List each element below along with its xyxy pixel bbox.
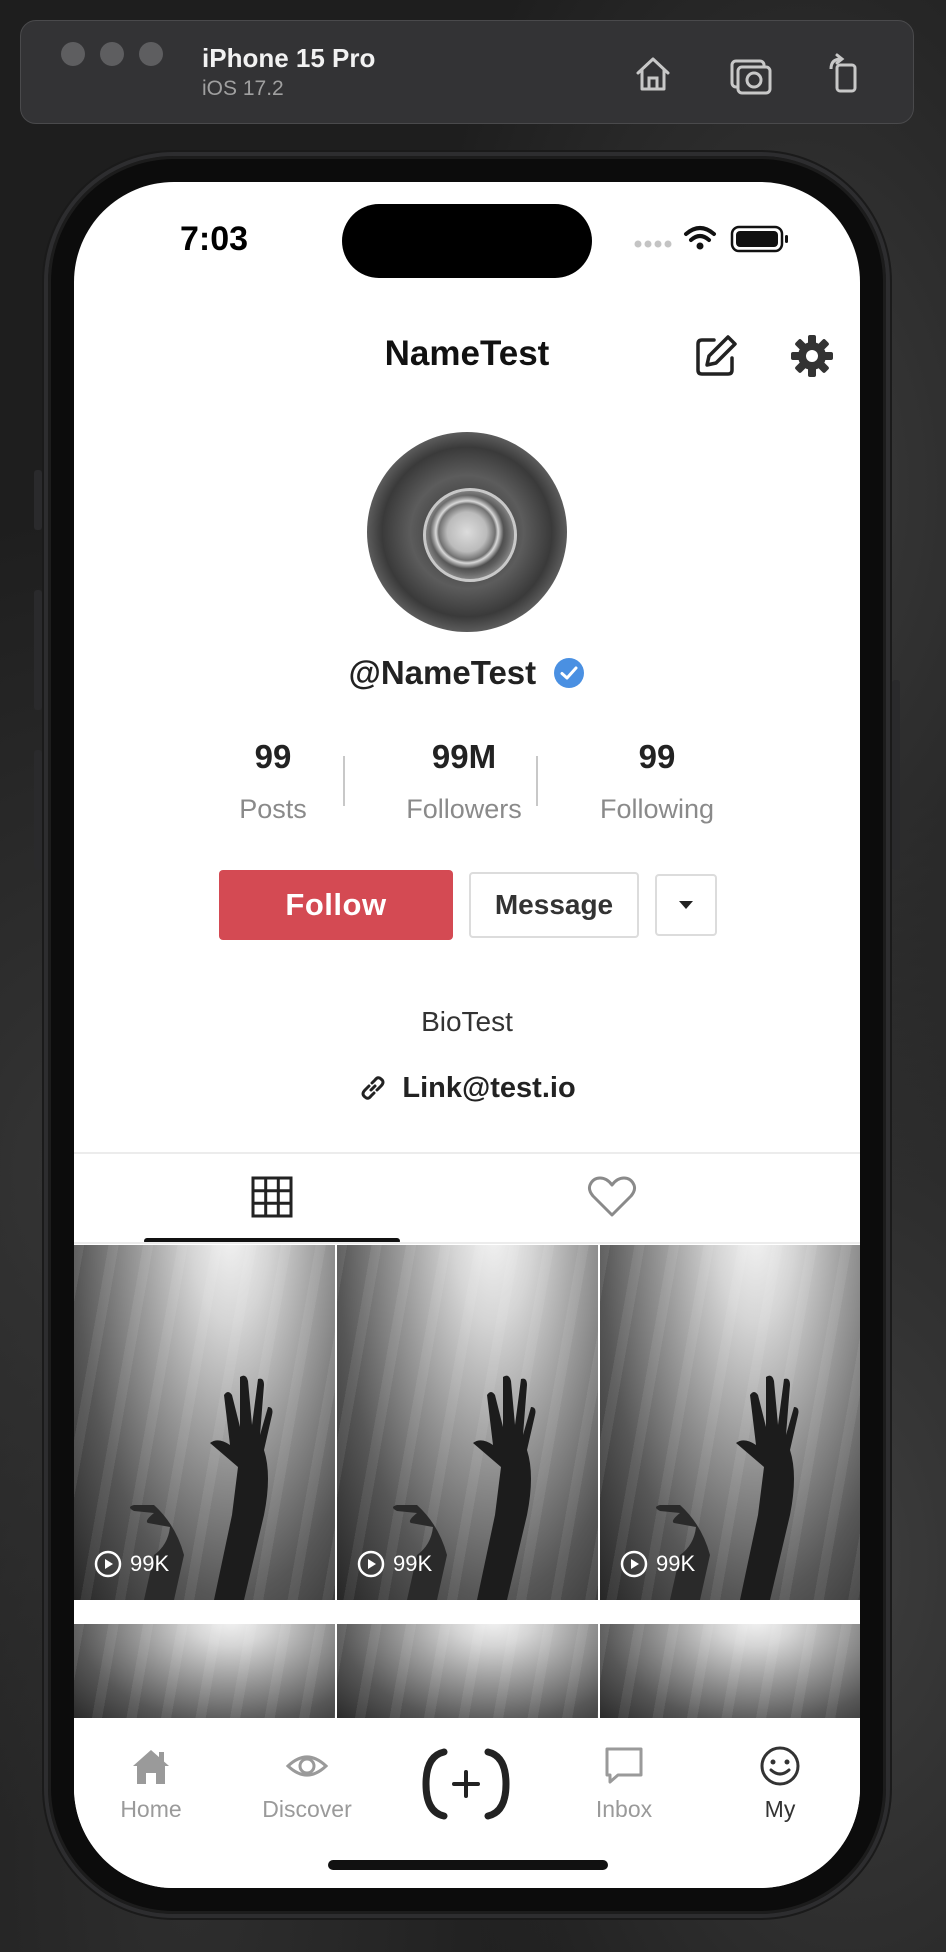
simulator-toolbar: iPhone 15 Pro iOS 17.2 [20,20,914,124]
verified-badge-icon [554,658,585,688]
window-minimize-button[interactable] [100,42,124,66]
home-icon[interactable] [630,51,676,97]
post-views: 99K [357,1550,432,1578]
view-count: 99K [130,1551,170,1576]
play-icon [620,1550,648,1578]
stat-followers[interactable]: 99M Followers [379,738,549,825]
gear-icon[interactable] [788,332,836,380]
power-button [892,680,900,870]
view-count: 99K [656,1551,696,1576]
home-indicator[interactable] [328,1860,608,1870]
post-tile[interactable] [600,1624,860,1724]
follow-button[interactable]: Follow [219,870,453,940]
nav-label: Inbox [595,1796,653,1822]
volume-up-button [34,590,42,710]
nav-inbox[interactable]: Inbox [564,1744,684,1823]
nav-my[interactable]: My [720,1744,840,1823]
heart-icon [587,1176,637,1217]
battery-icon [730,225,788,253]
post-tile[interactable] [337,1624,598,1724]
post-views: 99K [620,1550,695,1578]
more-options-button[interactable] [655,874,717,936]
smile-icon [760,1746,800,1786]
tab-posts[interactable] [144,1157,400,1237]
screenshot-icon[interactable] [728,51,774,97]
stat-value: 99 [254,738,292,775]
post-tile[interactable]: 99K [337,1245,598,1600]
tab-divider [74,1242,860,1244]
message-button[interactable]: Message [469,872,639,938]
stat-label: Followers [406,794,522,824]
phone-screen: 7:03 NameTest @NameTest 99 Posts 99M Fol… [74,182,860,1888]
action-button [34,470,42,530]
status-icons [634,225,788,253]
post-tile[interactable]: 99K [600,1245,860,1600]
rotate-icon[interactable] [821,51,867,97]
dynamic-island [342,204,592,278]
window-zoom-button[interactable] [139,42,163,66]
link-icon [361,1076,385,1100]
avatar[interactable] [367,432,567,632]
nav-label: Home [120,1796,182,1822]
caret-down-icon [679,901,693,909]
window-close-button[interactable] [61,42,85,66]
view-count: 99K [393,1551,433,1576]
grid-icon [251,1176,293,1218]
stat-posts[interactable]: 99 Posts [188,738,358,825]
play-icon [357,1550,385,1578]
play-icon [94,1550,122,1578]
create-post-button[interactable] [422,1748,510,1820]
wifi-icon [684,226,716,242]
handle-row: @NameTest [74,654,860,692]
profile-bio: BioTest [421,1006,513,1037]
volume-down-button [34,750,42,870]
stat-following[interactable]: 99 Following [572,738,742,825]
nav-discover[interactable]: Discover [247,1744,367,1823]
stat-divider [343,756,345,806]
stat-divider [536,756,538,806]
nav-label: My [764,1796,796,1822]
nav-home[interactable]: Home [91,1744,211,1823]
post-tile[interactable]: 99K [74,1245,335,1600]
post-views: 99K [94,1550,169,1578]
eye-icon [285,1755,329,1777]
nav-label: Discover [262,1796,352,1822]
status-time: 7:03 [180,220,249,258]
tab-divider [74,1152,860,1154]
profile-link[interactable]: Link@test.io [74,1072,860,1105]
signal-icon [634,240,672,248]
profile-link-text: Link@test.io [402,1072,576,1104]
stat-value: 99M [431,738,497,775]
stat-label: Posts [239,794,307,824]
message-icon [605,1747,643,1784]
stat-label: Following [599,794,715,824]
edit-icon[interactable] [692,332,740,380]
device-name: iPhone 15 Pro [202,43,376,73]
profile-title: NameTest [384,334,550,373]
os-version: iOS 17.2 [202,77,284,100]
tab-liked[interactable] [484,1157,740,1237]
post-tile[interactable] [74,1624,335,1724]
profile-handle: @NameTest [348,654,537,691]
stat-value: 99 [638,738,676,775]
home-icon [133,1750,169,1784]
